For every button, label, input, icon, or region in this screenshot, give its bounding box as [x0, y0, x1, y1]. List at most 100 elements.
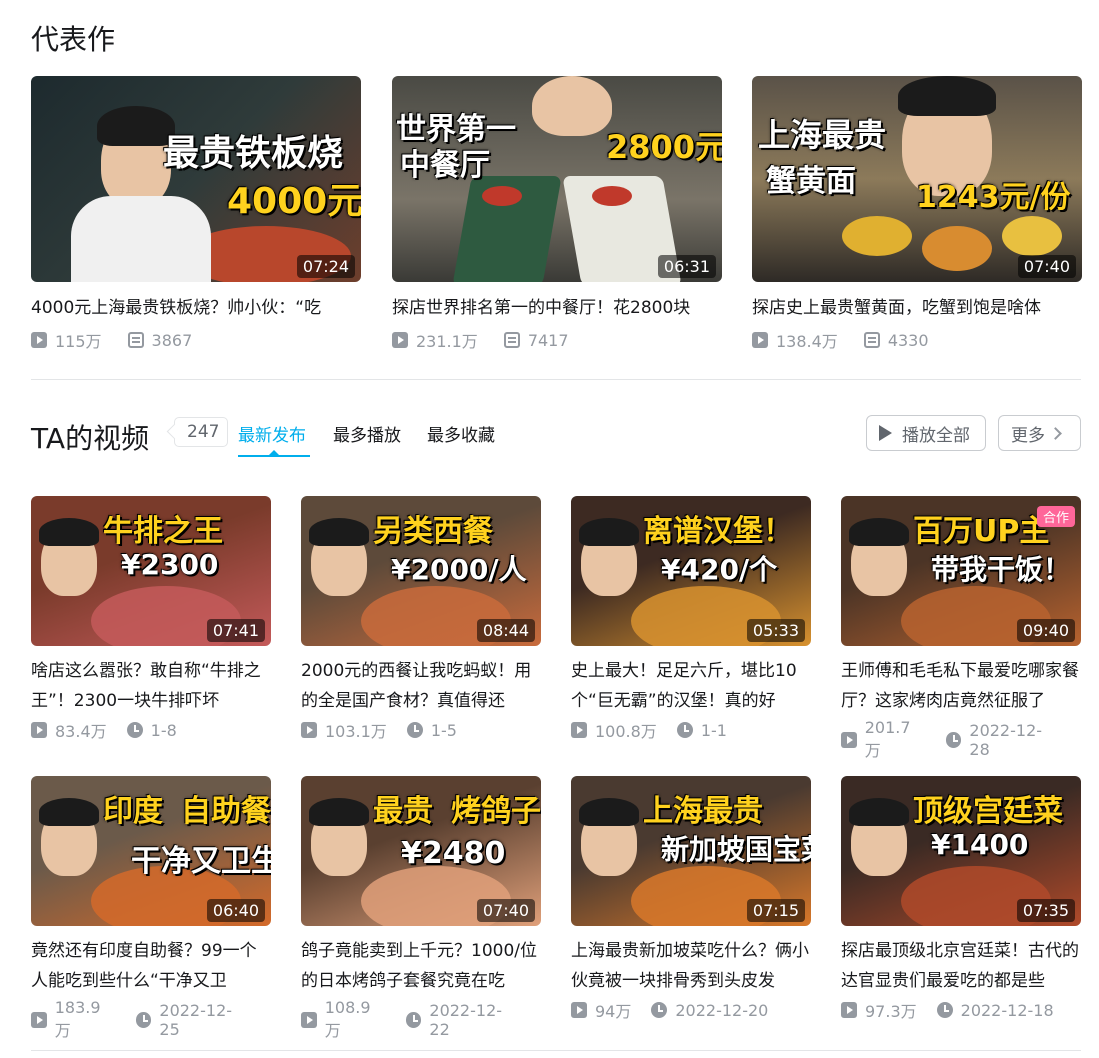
publish-date: 2022-12-18	[960, 1000, 1054, 1020]
play-count: 100.8万	[595, 722, 657, 741]
video-title[interactable]: 上海最贵新加坡菜吃什么？俩小伙竟被一块排骨秀到头皮发	[571, 936, 811, 996]
danmaku-count: 7417	[527, 330, 569, 350]
thumb-caption: ¥2000/人	[391, 553, 527, 586]
video-thumbnail[interactable]: 世界第一 中餐厅 2800元 06:31	[392, 76, 722, 282]
play-count: 108.9万	[324, 998, 371, 1040]
tab-most-favorited[interactable]: 最多收藏	[427, 421, 495, 446]
publish-date: 1-8	[150, 720, 177, 740]
publish-date: 2022-12-22	[429, 1000, 503, 1039]
video-card[interactable]: 最贵 烤鸽子 ¥2480 07:40 鸽子竟能卖到上千元？1000/位的日本烤鸽子套…	[301, 776, 541, 1041]
duration-badge: 07:40	[476, 899, 535, 922]
play-count-icon	[752, 332, 768, 348]
video-title[interactable]: 2000元的西餐让我吃蚂蚁！用的全是国产食材？真值得还	[301, 656, 541, 716]
video-count-badge: 247	[174, 417, 229, 447]
thumb-caption: 干净又卫生	[131, 844, 271, 879]
play-count-icon	[31, 332, 47, 348]
more-label: 更多	[1011, 425, 1045, 446]
video-thumbnail[interactable]: 离谱汉堡！ ¥420/个 05:33	[571, 496, 811, 646]
play-count: 103.1万	[325, 722, 387, 741]
publish-date: 1-1	[700, 720, 727, 740]
video-section-title: TA的视频	[31, 422, 150, 455]
danmaku-count: 4330	[887, 330, 929, 350]
section-divider	[31, 1050, 1081, 1051]
thumb-caption: 另类西餐	[373, 514, 493, 549]
video-thumbnail[interactable]: 最贵铁板烧 4000元 07:24	[31, 76, 361, 282]
more-button[interactable]: 更多	[998, 415, 1081, 451]
active-tab-indicator	[238, 450, 310, 457]
danmaku-icon	[127, 332, 144, 348]
section-divider	[31, 379, 1081, 380]
thumb-caption: 自助餐	[181, 794, 271, 829]
video-thumbnail[interactable]: 上海最贵新加坡国宝菜 07:15	[571, 776, 811, 926]
play-count-icon	[31, 722, 47, 738]
publish-date: 2022-12-25	[159, 1000, 233, 1039]
thumb-caption: ¥2300	[121, 548, 219, 581]
thumb-caption: 印度	[103, 794, 163, 829]
video-card[interactable]: 另类西餐 ¥2000/人 08:44 2000元的西餐让我吃蚂蚁！用的全是国产食材…	[301, 496, 541, 742]
clock-icon	[945, 731, 962, 748]
play-count: 115万	[55, 332, 102, 351]
video-thumbnail[interactable]: 另类西餐 ¥2000/人 08:44	[301, 496, 541, 646]
duration-badge: 06:40	[206, 899, 265, 922]
duration-badge: 07:15	[746, 899, 805, 922]
video-card[interactable]: 百万UP主 带我干饭！ 合作 09:40 王师傅和毛毛私下最爱吃哪家餐厅？这家烤肉…	[841, 496, 1081, 761]
rep-card[interactable]: 上海最贵 蟹黄面 1243元/份 07:40 探店史上最贵蟹黄面，吃蟹到饱是啥体…	[752, 76, 1082, 352]
video-title[interactable]: 鸽子竟能卖到上千元？1000/位的日本烤鸽子套餐究竟在吃	[301, 936, 541, 996]
video-card[interactable]: 牛排之王 ¥2300 07:41 啥店这么嚣张？敢自称“牛排之王”！2300一块牛…	[31, 496, 271, 742]
play-count: 183.9万	[54, 998, 101, 1040]
play-all-label: 播放全部	[902, 425, 970, 446]
play-count: 97.3万	[865, 1002, 917, 1021]
rep-card[interactable]: 最贵铁板烧 4000元 07:24 4000元上海最贵铁板烧？帅小伙：“吃 11…	[31, 76, 361, 352]
thumb-caption: 上海最贵	[643, 794, 763, 829]
thumb-caption: 带我干饭！	[931, 553, 1072, 586]
publish-date: 2022-12-20	[675, 1000, 769, 1020]
video-thumbnail[interactable]: 顶级宫廷菜 ¥1400 07:35	[841, 776, 1081, 926]
duration-badge: 07:35	[1016, 899, 1075, 922]
play-count-icon	[301, 722, 317, 738]
danmaku-icon	[503, 332, 520, 348]
video-thumbnail[interactable]: 上海最贵 蟹黄面 1243元/份 07:40	[752, 76, 1082, 282]
video-card[interactable]: 离谱汉堡！ ¥420/个 05:33 史上最大！足足六斤，堪比10个“巨无霸”的汉…	[571, 496, 811, 742]
video-card[interactable]: 印度 自助餐干净又卫生 06:40 竟然还有印度自助餐？99一个人能吃到些什么“干…	[31, 776, 271, 1041]
play-all-button[interactable]: 播放全部	[866, 415, 986, 451]
video-card[interactable]: 上海最贵新加坡国宝菜 07:15 上海最贵新加坡菜吃什么？俩小伙竟被一块排骨秀到…	[571, 776, 811, 1022]
tab-most-played[interactable]: 最多播放	[333, 421, 401, 446]
video-title[interactable]: 王师傅和毛毛私下最爱吃哪家餐厅？这家烤肉店竟然征服了	[841, 656, 1081, 716]
video-thumbnail[interactable]: 印度 自助餐干净又卫生 06:40	[31, 776, 271, 926]
duration-badge: 08:44	[476, 619, 535, 642]
video-title[interactable]: 竟然还有印度自助餐？99一个人能吃到些什么“干净又卫	[31, 936, 271, 996]
video-title[interactable]: 4000元上海最贵铁板烧？帅小伙：“吃	[31, 296, 361, 320]
thumb-caption: 烤鸽子	[451, 794, 541, 829]
play-count: 201.7万	[864, 718, 911, 760]
tab-latest[interactable]: 最新发布	[238, 421, 306, 446]
play-count-icon	[301, 1011, 317, 1028]
video-thumbnail[interactable]: 百万UP主 带我干饭！ 合作 09:40	[841, 496, 1081, 646]
clock-icon	[126, 722, 143, 738]
publish-date: 1-5	[430, 720, 457, 740]
play-count: 94万	[595, 1002, 632, 1021]
play-count-icon	[31, 1011, 47, 1028]
clock-icon	[405, 1011, 422, 1028]
rep-card[interactable]: 世界第一 中餐厅 2800元 06:31 探店世界排名第一的中餐厅！花2800块…	[392, 76, 722, 352]
duration-badge: 07:40	[1017, 255, 1076, 278]
video-card[interactable]: 顶级宫廷菜 ¥1400 07:35 探店最顶级北京宫廷菜！古代的达官显贵们最爱吃的…	[841, 776, 1081, 1022]
video-thumbnail[interactable]: 最贵 烤鸽子 ¥2480 07:40	[301, 776, 541, 926]
play-count-icon	[571, 1002, 587, 1018]
video-title[interactable]: 啥店这么嚣张？敢自称“牛排之王”！2300一块牛排吓坏	[31, 656, 271, 716]
play-count: 83.4万	[55, 722, 107, 741]
chevron-right-icon	[1049, 426, 1062, 440]
thumb-caption: ¥1400	[931, 828, 1029, 861]
play-icon	[879, 425, 892, 441]
video-title[interactable]: 探店史上最贵蟹黄面，吃蟹到饱是啥体	[752, 296, 1082, 320]
publish-date: 2022-12-28	[969, 720, 1043, 759]
danmaku-icon	[863, 332, 880, 348]
thumb-caption: 离谱汉堡！	[643, 514, 793, 549]
duration-badge: 06:31	[657, 255, 716, 278]
duration-badge: 05:33	[746, 619, 805, 642]
video-title[interactable]: 探店世界排名第一的中餐厅！花2800块	[392, 296, 722, 320]
play-count-icon	[571, 722, 587, 738]
video-thumbnail[interactable]: 牛排之王 ¥2300 07:41	[31, 496, 271, 646]
video-title[interactable]: 探店最顶级北京宫廷菜！古代的达官显贵们最爱吃的都是些	[841, 936, 1081, 996]
collab-badge: 合作	[1036, 506, 1075, 527]
video-title[interactable]: 史上最大！足足六斤，堪比10个“巨无霸”的汉堡！真的好	[571, 656, 811, 716]
